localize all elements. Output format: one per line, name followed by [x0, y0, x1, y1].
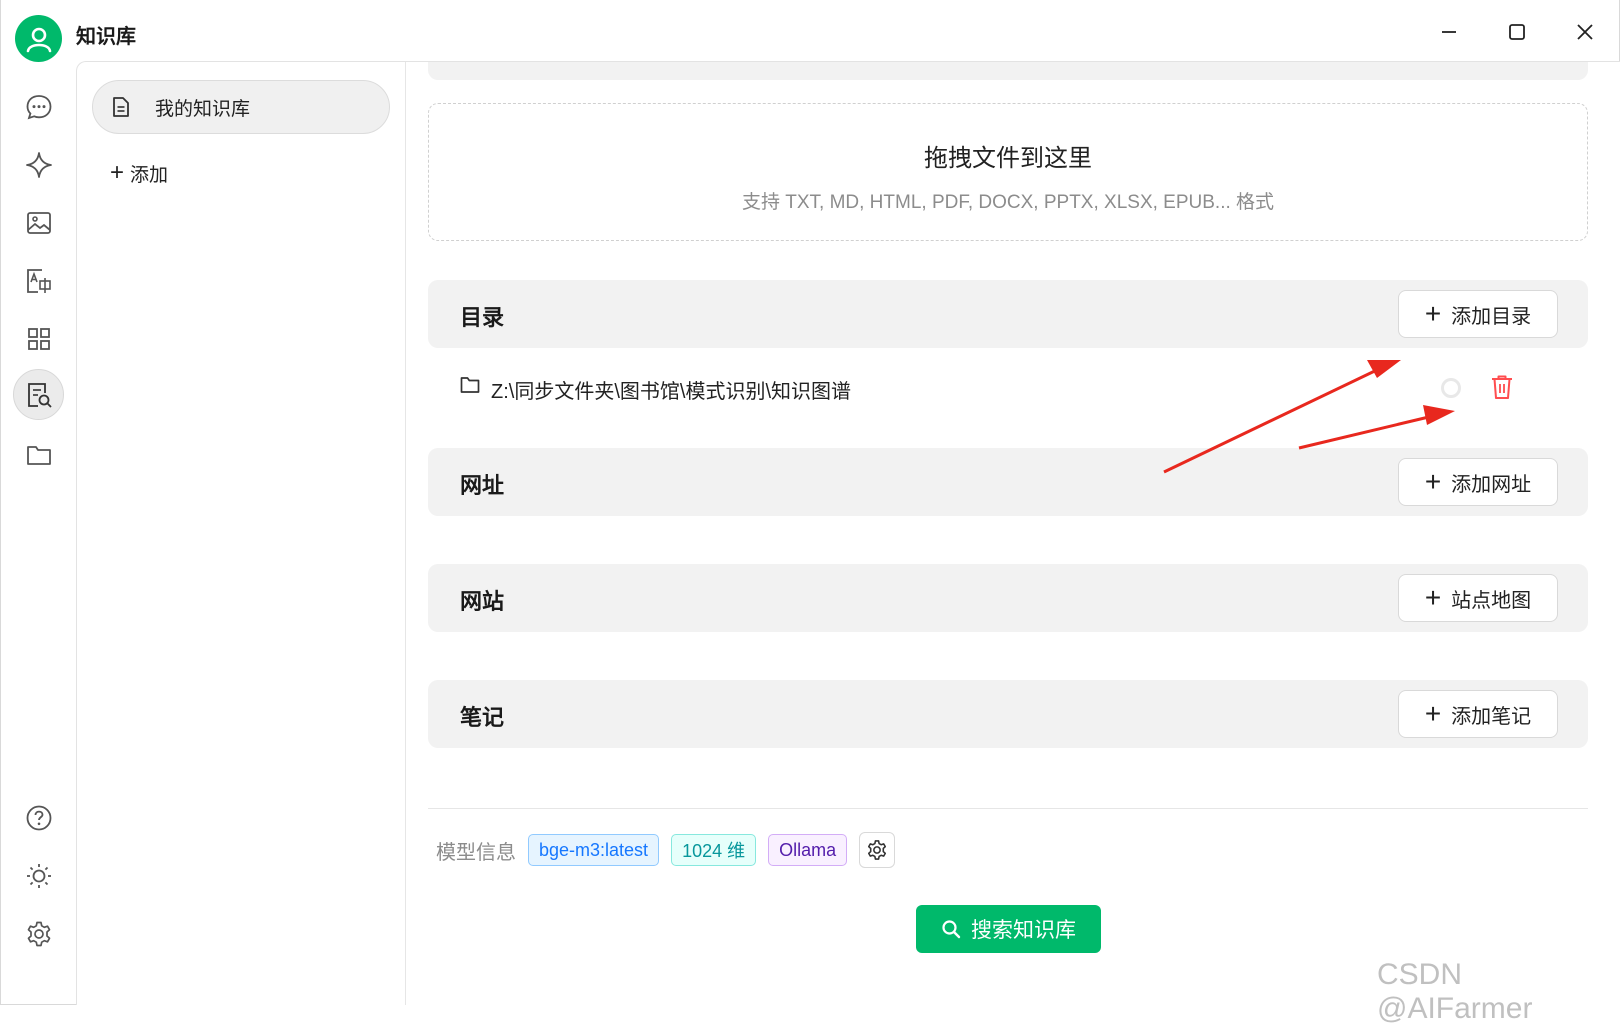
help-icon	[26, 805, 51, 830]
add-url-button[interactable]: + 添加网址	[1398, 458, 1558, 506]
plus-icon: +	[1424, 466, 1442, 497]
model-settings-button[interactable]	[859, 832, 896, 868]
watermark: CSDN @AIFarmer	[1377, 958, 1533, 1025]
close-icon	[1577, 24, 1593, 40]
delete-icon[interactable]	[1490, 374, 1514, 400]
folder-icon	[26, 445, 51, 465]
plus-icon: +	[1424, 298, 1442, 329]
embedding-model-tag: bge-m3:latest	[528, 834, 660, 866]
divider	[428, 808, 1588, 809]
section-title: 网站	[460, 589, 505, 614]
model-info-label: 模型信息	[436, 841, 516, 864]
kb-item-label: 我的知识库	[155, 98, 251, 120]
nav-knowledge[interactable]	[13, 369, 64, 420]
chat-icon	[26, 94, 51, 119]
nav-help[interactable]	[13, 792, 64, 843]
sitemap-button[interactable]: + 站点地图	[1398, 574, 1558, 622]
nav-files[interactable]	[13, 429, 64, 480]
directory-path: Z:\同步文件夹\图书馆\模式识别\知识图谱	[491, 381, 851, 403]
plus-icon: +	[1424, 698, 1442, 729]
settings-icon	[27, 921, 50, 946]
add-knowledge-base-button[interactable]: + 添加	[110, 158, 168, 188]
minimize-button[interactable]	[1429, 14, 1469, 50]
title-bar: 知识库	[1, 0, 1620, 64]
app-window: 知识库 我的知识库 + 添加 拖拽文件到这里 支持 TXT, MD, HTML,…	[0, 0, 1620, 1025]
app-title: 知识库	[76, 26, 136, 48]
minimize-icon	[1442, 31, 1456, 33]
maximize-button[interactable]	[1497, 14, 1537, 50]
nav-apps[interactable]	[13, 313, 64, 364]
folder-icon	[460, 377, 480, 393]
plus-icon: +	[1424, 582, 1442, 613]
nav-chat[interactable]	[13, 81, 64, 132]
nav-rail	[1, 64, 76, 1005]
nav-settings[interactable]	[13, 908, 64, 959]
knowledge-base-list: 我的知识库 + 添加	[76, 62, 406, 1005]
image-icon	[26, 211, 51, 234]
sun-icon	[26, 863, 51, 888]
translate-icon	[26, 268, 51, 293]
dropzone-title: 拖拽文件到这里	[924, 145, 1092, 172]
directory-item: Z:\同步文件夹\图书馆\模式识别\知识图谱	[428, 362, 1588, 412]
plus-icon: +	[110, 159, 125, 186]
section-title: 网址	[460, 473, 505, 498]
sparkle-icon	[25, 151, 52, 178]
url-section: 网址 + 添加网址	[428, 448, 1588, 516]
nav-theme[interactable]	[13, 850, 64, 901]
maximize-icon	[1509, 24, 1525, 40]
website-section: 网站 + 站点地图	[428, 564, 1588, 632]
gear-icon	[868, 840, 887, 860]
dimensions-tag: 1024 维	[671, 834, 757, 866]
scrollbar[interactable]	[1613, 62, 1620, 1005]
document-icon	[113, 97, 129, 117]
nav-image[interactable]	[13, 197, 64, 248]
notes-section: 笔记 + 添加笔记	[428, 680, 1588, 748]
add-directory-button[interactable]: + 添加目录	[1398, 290, 1558, 338]
file-dropzone[interactable]: 拖拽文件到这里 支持 TXT, MD, HTML, PDF, DOCX, PPT…	[428, 103, 1588, 241]
knowledge-icon	[27, 382, 52, 408]
close-button[interactable]	[1565, 14, 1605, 50]
apps-icon	[27, 327, 50, 350]
add-note-button[interactable]: + 添加笔记	[1398, 690, 1558, 738]
search-icon	[942, 920, 961, 939]
provider-tag: Ollama	[768, 834, 848, 866]
nav-translate[interactable]	[13, 255, 64, 306]
model-info: 模型信息 bge-m3:latest 1024 维 Ollama	[436, 832, 896, 868]
nav-assistant[interactable]	[13, 139, 64, 190]
dropzone-subtitle: 支持 TXT, MD, HTML, PDF, DOCX, PPTX, XLSX,…	[741, 192, 1275, 213]
kb-item-my-knowledge[interactable]: 我的知识库	[92, 80, 390, 134]
user-avatar-icon[interactable]	[15, 15, 62, 62]
knowledge-detail: 拖拽文件到这里 支持 TXT, MD, HTML, PDF, DOCX, PPT…	[406, 62, 1620, 1005]
search-knowledge-button[interactable]: 搜索知识库	[916, 905, 1101, 953]
section-title: 笔记	[460, 705, 505, 730]
processing-status-indicator	[1441, 378, 1461, 398]
section-title: 目录	[460, 305, 505, 330]
directory-section: 目录 + 添加目录	[428, 280, 1588, 348]
add-label: 添加	[130, 164, 169, 186]
scrolled-section-remnant	[428, 62, 1588, 80]
